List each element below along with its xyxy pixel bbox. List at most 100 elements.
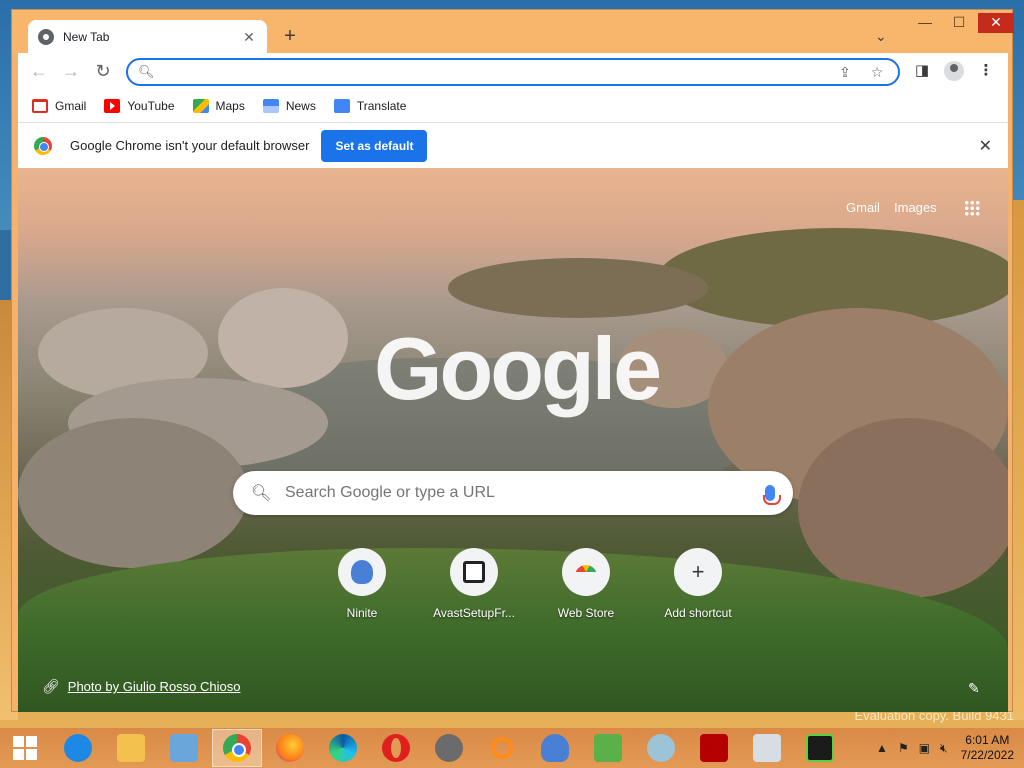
flag-icon[interactable]: ⚑ — [898, 741, 909, 755]
plus-icon: + — [674, 548, 722, 596]
taskbar-media-player[interactable] — [159, 729, 209, 767]
bookmark-maps[interactable]: Maps — [192, 99, 245, 113]
tab-strip: New Tab ✕ + ⌄ — ☐ ✕ — [12, 10, 1014, 54]
chevron-up-icon[interactable]: ▲ — [876, 741, 888, 755]
default-browser-infobar: Google Chrome isn't your default browser… — [18, 122, 1008, 168]
shortcut-label: AvastSetupFr... — [433, 606, 515, 620]
internet-explorer-icon — [64, 734, 92, 762]
search-icon: 🔍︎ — [251, 485, 272, 502]
bookmark-gmail[interactable]: Gmail — [32, 99, 86, 113]
chrome-logo-icon — [34, 136, 52, 155]
background-rock — [218, 288, 348, 388]
maximize-button[interactable]: ☐ — [942, 13, 976, 33]
new-tab-button[interactable]: + — [279, 26, 301, 48]
link-icon: 🔗︎ — [42, 678, 60, 694]
news-icon — [262, 99, 279, 113]
firefox-icon — [276, 734, 304, 762]
windows-logo-icon — [13, 736, 37, 760]
edge-icon — [329, 734, 357, 762]
shortcut-label: Ninite — [346, 606, 378, 620]
clock-date: 7/22/2022 — [960, 748, 1014, 762]
shortcut-ninite[interactable]: Ninite — [306, 548, 418, 620]
bookmark-label: Maps — [215, 99, 245, 113]
taskbar-opera[interactable] — [371, 729, 421, 767]
bookmarks-bar: Gmail YouTube Maps News Translate — [18, 90, 1008, 122]
bookmark-youtube[interactable]: YouTube — [104, 99, 175, 113]
photo-credit: 🔗︎ Photo by Giulio Rosso Chioso — [42, 678, 240, 695]
microphone-icon[interactable] — [763, 485, 781, 505]
magnifier-icon — [491, 737, 513, 759]
youtube-icon — [104, 99, 121, 113]
ntp-images-link[interactable]: Images — [894, 200, 937, 215]
maps-icon — [192, 99, 209, 113]
shortcut-label: Web Store — [557, 606, 615, 620]
shortcut-tile — [338, 548, 386, 596]
start-button[interactable] — [0, 729, 50, 767]
browser-toolbar: ← → ↻ 🔍︎ ⇪ ☆ ◨ ⋮ — [18, 53, 1008, 90]
taskbar-monitor-app[interactable] — [742, 729, 792, 767]
clock[interactable]: 6:01 AM 7/22/2022 — [961, 733, 1014, 763]
bookmark-star-icon[interactable]: ☆ — [866, 64, 888, 81]
bookmark-label: Gmail — [55, 99, 87, 113]
media-player-icon — [170, 734, 198, 762]
shortcut-web-store[interactable]: Web Store — [530, 548, 642, 620]
shortcut-avast[interactable]: AvastSetupFr... — [418, 548, 530, 620]
minimize-button[interactable]: — — [908, 13, 942, 33]
chrome-window: New Tab ✕ + ⌄ — ☐ ✕ ← → ↻ 🔍︎ ⇪ ☆ ◨ ⋮ Gma… — [11, 9, 1014, 712]
bookmark-translate[interactable]: Translate — [333, 99, 407, 113]
profile-button[interactable] — [942, 61, 966, 83]
taskbar-internet-explorer[interactable] — [53, 729, 103, 767]
photo-credit-link[interactable]: Photo by Giulio Rosso Chioso — [68, 679, 241, 694]
back-button[interactable]: ← — [28, 61, 50, 83]
shortcut-tile — [562, 548, 610, 596]
google-apps-icon[interactable] — [964, 200, 980, 216]
tab-search-button[interactable]: ⌄ — [875, 28, 887, 45]
taskbar-firefox[interactable] — [265, 729, 315, 767]
taskbar-g-app[interactable] — [795, 729, 845, 767]
volume-muted-icon[interactable]: 🔇︎ — [940, 741, 948, 756]
window-close-button[interactable]: ✕ — [978, 13, 1014, 33]
search-icon: 🔍︎ — [138, 64, 155, 79]
taskbar-search-app[interactable] — [477, 729, 527, 767]
background-rocks — [448, 258, 708, 318]
customize-pencil-icon[interactable]: ✎ — [968, 680, 980, 697]
file-explorer-icon — [117, 734, 145, 762]
bookmark-news[interactable]: News — [262, 99, 316, 113]
taskbar-edge[interactable] — [318, 729, 368, 767]
shortcut-label: Add shortcut — [664, 606, 732, 620]
bookmark-label: News — [285, 99, 316, 113]
background-rock — [798, 418, 1008, 598]
ntp-search-box[interactable]: 🔍︎ — [233, 471, 793, 515]
ntp-gmail-link[interactable]: Gmail — [846, 200, 880, 215]
address-bar[interactable]: 🔍︎ ⇪ ☆ — [126, 58, 900, 86]
taskbar: ▲ ⚑ ▣ 🔇︎ 6:01 AM 7/22/2022 — [0, 728, 1024, 768]
shortcut-tile — [450, 548, 498, 596]
system-tray: ▲ ⚑ ▣ 🔇︎ 6:01 AM 7/22/2022 — [871, 728, 1024, 768]
address-input[interactable] — [160, 64, 824, 80]
taskbar-chrome[interactable] — [212, 729, 262, 767]
taskbar-filezilla[interactable] — [689, 729, 739, 767]
taskbar-ninite[interactable] — [530, 729, 580, 767]
side-panel-button[interactable]: ◨ — [910, 61, 934, 83]
reload-button[interactable]: ↻ — [92, 61, 114, 83]
taskbar-file-explorer[interactable] — [106, 729, 156, 767]
network-tray-icon[interactable]: ▣ — [919, 741, 930, 755]
ntp-search-input[interactable] — [285, 484, 765, 502]
opera-icon — [382, 734, 410, 762]
tab-new-tab[interactable]: New Tab ✕ — [28, 20, 267, 54]
taskbar-network-app[interactable] — [636, 729, 686, 767]
set-as-default-button[interactable]: Set as default — [321, 129, 428, 162]
forward-button[interactable]: → — [60, 61, 82, 83]
background-rock — [18, 418, 248, 568]
bookmark-label: Translate — [356, 99, 407, 113]
chrome-icon — [223, 734, 251, 762]
infobar-message: Google Chrome isn't your default browser — [70, 138, 310, 153]
clock-time: 6:01 AM — [965, 733, 1010, 747]
chrome-menu-button[interactable]: ⋮ — [974, 61, 998, 83]
share-icon[interactable]: ⇪ — [834, 64, 856, 81]
taskbar-raccoon-app[interactable] — [424, 729, 474, 767]
taskbar-spreadsheet-app[interactable] — [583, 729, 633, 767]
tab-close-icon[interactable]: ✕ — [241, 29, 257, 46]
shortcut-add[interactable]: + Add shortcut — [642, 548, 754, 620]
infobar-close-icon[interactable]: ✕ — [979, 136, 992, 156]
